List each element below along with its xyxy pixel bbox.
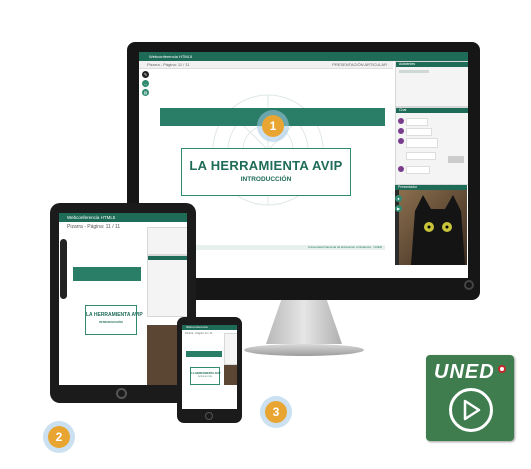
tablet-slide-title-box: LA HERRAMIENTA AVIP INTRODUCCIÓN (85, 305, 143, 335)
cat-video-feed (411, 195, 465, 265)
badge-3: 3 (265, 401, 287, 423)
top-right-label: PRESENTACIÓN ARTICULAR (332, 62, 387, 67)
tablet-page-label: Pizarra - Página: 11 / 11 (67, 224, 121, 230)
pen-tool-icon[interactable]: ✎ (142, 71, 149, 78)
tablet-slide-band (73, 267, 141, 281)
slide-title: LA HERRAMIENTA AVIP (189, 158, 343, 173)
chat-avatar (398, 166, 404, 172)
phone-device: Webconferencia Pizarra - Página: 11 / 11… (177, 317, 242, 423)
play-icon (449, 388, 493, 432)
monitor-base (244, 344, 364, 356)
chat-bubble (406, 166, 430, 174)
tablet-side-panel-top (147, 227, 187, 255)
monitor-sub-bar: Pizarra - Página: 11 / 11 PRESENTACIÓN A… (139, 61, 393, 69)
cam-icon[interactable]: ▶ (395, 205, 402, 212)
slide-title-box: LA HERRAMIENTA AVIP INTRODUCCIÓN (181, 148, 351, 196)
tablet-home-button[interactable] (116, 388, 127, 399)
phone-slide-band (186, 351, 222, 357)
phone-camera-panel (224, 365, 237, 385)
pointer-tool-icon[interactable]: ↔ (142, 80, 149, 87)
tablet-side-panel-chat (147, 255, 187, 317)
tablet-device: Webconferencia HTML5 Pizarra - Página: 1… (50, 203, 196, 403)
chat-bubble (406, 128, 432, 136)
tablet-title-bar: Webconferencia HTML5 (59, 213, 187, 222)
play-triangle-icon (463, 399, 481, 421)
phone-page-label: Pizarra - Página: 11 / 11 (185, 332, 213, 335)
tablet-slide-title: LA HERRAMIENTA AVIP (86, 312, 143, 318)
phone-slide-title-box: LA HERRAMIENTA AVIP INTRODUCCIÓN (190, 367, 220, 385)
chat-send-button[interactable] (448, 156, 464, 163)
participants-panel-title: Asistentes (399, 62, 416, 66)
uned-logo-dot (498, 365, 506, 373)
uned-logo[interactable]: UNED (426, 355, 514, 441)
tablet-slide-subtitle: INTRODUCCIÓN (99, 320, 123, 324)
tablet-chat-header (148, 256, 187, 260)
chat-bubble (406, 152, 436, 160)
badge-1: 1 (262, 115, 284, 137)
chat-panel-title: Chat (399, 108, 407, 112)
camera-panel-title: Presentador (398, 185, 418, 189)
page-label: Pizarra - Página: 11 / 11 (147, 62, 190, 67)
phone-slide-subtitle: INTRODUCCIÓN (198, 376, 212, 378)
phone-title-bar: Webconferencia (182, 325, 237, 330)
badge-2: 2 (48, 426, 70, 448)
slide-subtitle: INTRODUCCIÓN (240, 176, 292, 183)
chat-bubble (406, 138, 438, 148)
camera-panel: Presentador ● ▶ (395, 185, 467, 265)
chat-panel-header: Chat (396, 108, 468, 113)
phone-app-title: Webconferencia (186, 325, 208, 329)
tablet-tool-bar (60, 239, 67, 299)
chat-bubble (406, 118, 428, 126)
phone-home-button[interactable] (205, 412, 213, 420)
participant-row[interactable] (399, 70, 429, 73)
chat-avatar (398, 118, 404, 124)
chat-avatar (398, 138, 404, 144)
monitor-power-button[interactable] (464, 280, 474, 290)
tablet-screen: Webconferencia HTML5 Pizarra - Página: 1… (59, 213, 187, 385)
tablet-app-title: Webconferencia HTML5 (67, 215, 116, 220)
participants-panel: Asistentes (395, 61, 468, 107)
phone-slide-title: LA HERRAMIENTA AVIP (191, 372, 221, 375)
mic-icon[interactable]: ● (395, 195, 402, 202)
app-title: Webconferencia HTML5 (149, 54, 193, 59)
document-tool-icon[interactable]: ▤ (142, 89, 149, 96)
chat-panel: Chat (395, 107, 468, 185)
monitor-neck (266, 300, 342, 344)
slide-footer-text: Universidad Nacional de Educación a Dist… (307, 245, 382, 249)
participants-panel-header: Asistentes (396, 62, 468, 67)
uned-logo-text: UNED (434, 361, 495, 383)
chat-avatar (398, 128, 404, 134)
phone-screen: Webconferencia Pizarra - Página: 11 / 11… (182, 325, 237, 409)
phone-side-panel (224, 333, 237, 365)
monitor-title-bar: Webconferencia HTML5 (139, 52, 468, 61)
